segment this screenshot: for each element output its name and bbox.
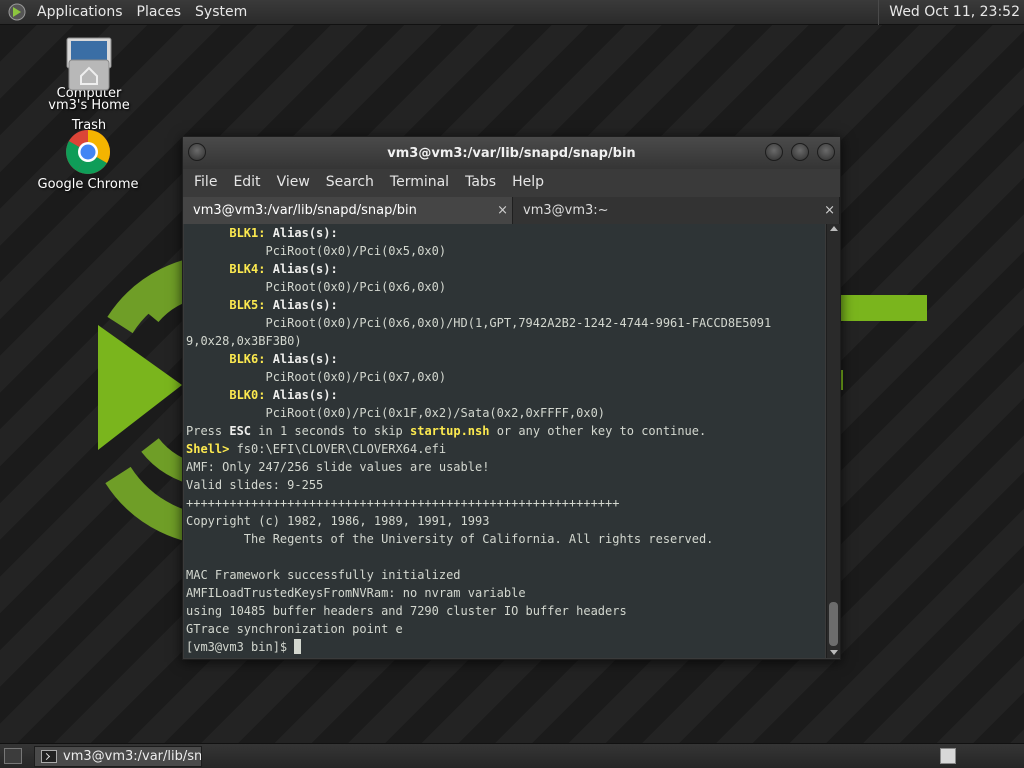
home-folder-icon xyxy=(68,59,110,91)
bottom-panel: vm3@vm3:/var/lib/snapd/snap/bin xyxy=(0,743,1024,768)
terminal-line: PciRoot(0x0)/Pci(0x6,0x0)/HD(1,GPT,7942A… xyxy=(186,316,772,330)
terminal-line: PciRoot(0x0)/Pci(0x5,0x0) xyxy=(186,244,447,258)
terminal-output[interactable]: BLK1: Alias(s): PciRoot(0x0)/Pci(0x5,0x0… xyxy=(184,224,825,658)
terminal-line: AMFILoadTrustedKeysFromNVRam: no nvram v… xyxy=(186,586,526,600)
terminal-line: PciRoot(0x0)/Pci(0x6,0x0) xyxy=(186,280,447,294)
system-menu[interactable]: System xyxy=(188,0,254,25)
terminal-scrollbar[interactable] xyxy=(826,224,840,658)
menu-search[interactable]: Search xyxy=(318,169,382,195)
tab-close-icon[interactable]: × xyxy=(497,197,508,224)
taskbar-button-label: vm3@vm3:/var/lib/snapd/snap/bin xyxy=(63,749,202,764)
tab-label: vm3@vm3:/var/lib/snapd/snap/bin xyxy=(193,203,417,218)
clock[interactable]: Wed Oct 11, 23:52 xyxy=(878,0,1024,25)
terminal-line: Valid slides: 9-255 xyxy=(186,478,324,492)
taskbar-terminal-button[interactable]: vm3@vm3:/var/lib/snapd/snap/bin xyxy=(34,746,202,767)
tab-close-icon[interactable]: × xyxy=(824,197,835,224)
home-label: vm3's Home xyxy=(48,98,130,113)
terminal-menubar: File Edit View Search Terminal Tabs Help xyxy=(183,169,840,195)
menu-edit[interactable]: Edit xyxy=(225,169,268,195)
workspace-switcher[interactable] xyxy=(940,748,956,764)
tab-snap-bin[interactable]: vm3@vm3:/var/lib/snapd/snap/bin × xyxy=(183,197,513,224)
text-cursor xyxy=(294,639,302,654)
terminal-line: BLK1: Alias(s): xyxy=(229,226,338,240)
close-window-button[interactable] xyxy=(817,143,835,161)
terminal-line: PciRoot(0x0)/Pci(0x1F,0x2)/Sata(0x2,0xFF… xyxy=(186,406,606,420)
minimize-button[interactable] xyxy=(765,143,783,161)
terminal-line: MAC Framework successfully initialized xyxy=(186,568,461,582)
terminal-line: 9,0x28,0x3BF3B0) xyxy=(186,334,302,348)
terminal-line: The Regents of the University of Califor… xyxy=(186,532,714,546)
chrome-icon xyxy=(66,130,110,174)
terminal-line: GTrace synchronization point e xyxy=(186,622,403,636)
terminal-icon xyxy=(41,750,57,763)
terminal-line: BLK4: Alias(s): xyxy=(229,262,338,276)
menu-tabs[interactable]: Tabs xyxy=(457,169,504,195)
applications-menu[interactable]: Applications xyxy=(30,0,130,25)
terminal-line: Copyright (c) 1982, 1986, 1989, 1991, 19… xyxy=(186,514,490,528)
scrollbar-thumb[interactable] xyxy=(829,602,838,646)
terminal-line: BLK5: Alias(s): xyxy=(229,298,338,312)
terminal-line: AMF: Only 247/256 slide values are usabl… xyxy=(186,460,490,474)
shell-prompt: [vm3@vm3 bin]$ xyxy=(186,640,295,654)
terminal-prompt-line[interactable]: [vm3@vm3 bin]$ xyxy=(184,638,825,656)
window-titlebar[interactable]: vm3@vm3:/var/lib/snapd/snap/bin xyxy=(183,137,840,169)
terminal-line: BLK0: Alias(s): xyxy=(229,388,338,402)
terminal-window[interactable]: vm3@vm3:/var/lib/snapd/snap/bin File Edi… xyxy=(182,136,841,660)
terminal-line: PciRoot(0x0)/Pci(0x7,0x0) xyxy=(186,370,447,384)
terminal-line: BLK6: Alias(s): xyxy=(229,352,338,366)
menu-terminal[interactable]: Terminal xyxy=(382,169,457,195)
places-menu[interactable]: Places xyxy=(130,0,189,25)
scroll-up-arrow-icon[interactable] xyxy=(830,226,838,231)
scroll-down-arrow-icon[interactable] xyxy=(830,650,838,655)
chrome-label: Google Chrome xyxy=(37,177,139,192)
tab-home[interactable]: vm3@vm3:~ × xyxy=(513,197,840,224)
mate-logo-icon[interactable] xyxy=(8,3,26,21)
terminal-line: ++++++++++++++++++++++++++++++++++++++++… xyxy=(186,496,620,510)
tab-label: vm3@vm3:~ xyxy=(523,203,609,218)
terminal-line: Press ESC in 1 seconds to skip startup.n… xyxy=(186,424,707,438)
maximize-button[interactable] xyxy=(791,143,809,161)
show-desktop-button[interactable] xyxy=(4,748,22,764)
window-menu-button[interactable] xyxy=(188,143,206,161)
menu-help[interactable]: Help xyxy=(504,169,552,195)
window-title: vm3@vm3:/var/lib/snapd/snap/bin xyxy=(387,145,636,161)
top-panel: Applications Places System Wed Oct 11, 2… xyxy=(0,0,1024,25)
menu-view[interactable]: View xyxy=(269,169,318,195)
terminal-line: using 10485 buffer headers and 7290 clus… xyxy=(186,604,627,618)
menu-file[interactable]: File xyxy=(186,169,225,195)
terminal-line: Shell> fs0:\EFI\CLOVER\CLOVERX64.efi xyxy=(186,442,447,456)
terminal-tabbar: vm3@vm3:/var/lib/snapd/snap/bin × vm3@vm… xyxy=(183,197,840,224)
